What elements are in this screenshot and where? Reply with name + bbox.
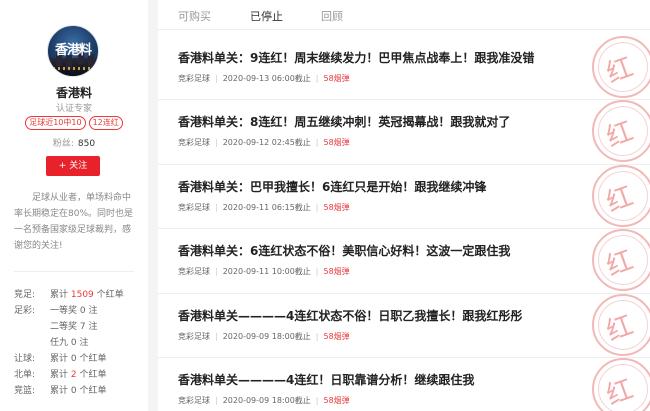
stat-label: 北单: (14, 370, 36, 380)
fans-count: 粉丝: 850 (0, 136, 148, 149)
article-price: 58烟弹 (323, 74, 350, 83)
article-meta: 竞彩足球 | 2020-09-11 06:15截止 | 58烟弹 (178, 202, 350, 212)
red-stamp-icon: 红 (592, 357, 650, 411)
user-name: 香港料 (55, 86, 92, 100)
red-stamp-icon: 红 (592, 36, 650, 98)
tab-stopped[interactable]: 已停止 (250, 8, 283, 24)
stat-value: 累计 2 个红单 (50, 370, 107, 380)
stat-label: 竞篮: (14, 386, 36, 396)
stat-row: 北单: 累计 2 个红单 (14, 368, 144, 384)
article-meta: 竞彩足球 | 2020-09-12 02:45截止 | 58烟弹 (178, 138, 350, 148)
article-deadline: 2020-09-11 10:00截止 (222, 267, 311, 277)
avatar-text: 香港料 (54, 43, 92, 58)
stat-label: 足彩: (14, 306, 36, 316)
red-stamp-icon: 红 (592, 100, 650, 163)
fans-label: 粉丝: (52, 139, 74, 149)
stat-value: 任九 0 注 (50, 338, 89, 348)
stat-row: 二等奖 7 注 (14, 320, 144, 336)
article-price: 58烟弹 (323, 267, 350, 277)
stat-label: 竞足: (14, 290, 36, 300)
article-price: 58烟弹 (323, 138, 350, 148)
stat-value: 二等奖 7 注 (50, 322, 98, 332)
profile-sidebar: 香港料 香港料 认证专家 足球近10中10 12连红 粉丝: 850 + 关注 足… (0, 0, 148, 411)
article-item[interactable]: 香港料单关：9连红！周末继续发力！巴甲焦点战奉上！跟我准没错 竞彩足球 | 2020… (158, 36, 650, 101)
article-meta: 竞彩足球 | 2020-09-09 18:00截止 | 58烟弹 (178, 395, 350, 405)
article-category: 竞彩足球 (178, 138, 210, 148)
stat-label: 让球: (14, 354, 36, 364)
red-stamp-icon: 红 (592, 293, 650, 356)
article-title[interactable]: 香港料单关：8连红！周五继续冲刺！英冠揭幕战！跟我就对了 (178, 113, 510, 130)
red-stamp-icon: 红 (592, 164, 650, 227)
avatar[interactable]: 香港料 (47, 25, 99, 77)
article-deadline: 2020-09-09 18:00截止 (222, 331, 311, 341)
badge-streak: 12连红 (88, 116, 123, 130)
article-category: 竞彩足球 (178, 331, 210, 341)
stat-row: 竞篮: 累计 0 个红单 (14, 384, 144, 400)
article-item[interactable]: 香港料单关：巴甲我擅长！6连红只是开始！跟我继续冲锋 竞彩足球 | 2020-09-… (158, 164, 650, 230)
article-category: 竞彩足球 (178, 267, 210, 277)
badge-record: 足球近10中10 (25, 116, 86, 130)
article-category: 竞彩足球 (178, 202, 210, 212)
stats-list: 竞足: 累计 1509 个红单 足彩: 一等奖 0 注 二等奖 7 注 任九 0 注… (14, 288, 144, 400)
article-meta: 竞彩足球 | 2020-09-09 18:00截止 | 58烟弹 (178, 331, 350, 341)
article-deadline: 2020-09-13 06:00截止 (222, 74, 311, 83)
verified-label: 认证专家 (55, 104, 92, 114)
stat-value: 累计 1509 个红单 (50, 290, 124, 300)
article-title[interactable]: 香港料单关：巴甲我擅长！6连红只是开始！跟我继续冲锋 (178, 178, 486, 195)
follow-button[interactable]: + 关注 (46, 156, 100, 176)
article-title[interactable]: 香港料单关：6连红状态不俗！美职信心好料！这波一定跟住我 (178, 242, 510, 259)
divider (14, 271, 134, 272)
article-title[interactable]: 香港料单关————4连红！日职靠谱分析！继续跟住我 (178, 371, 474, 388)
stat-row: 竞足: 累计 1509 个红单 (14, 288, 144, 304)
article-item[interactable]: 香港料单关：8连红！周五继续冲刺！英冠揭幕战！跟我就对了 竞彩足球 | 2020-0… (158, 100, 650, 165)
article-list: 香港料单关：9连红！周末继续发力！巴甲焦点战奉上！跟我准没错 竞彩足球 | 2020… (158, 36, 650, 411)
stat-row: 任九 0 注 (14, 336, 144, 352)
stat-value: 一等奖 0 注 (50, 306, 98, 316)
tab-review[interactable]: 回顾 (321, 8, 343, 24)
article-item[interactable]: 香港料单关：6连红状态不俗！美职信心好料！这波一定跟住我 竞彩足球 | 2020-0… (158, 229, 650, 294)
article-price: 58烟弹 (323, 395, 350, 405)
article-item[interactable]: 香港料单关————4连红状态不俗！日职乙我擅长！跟我红彤彤 竞彩足球 | 2020-… (158, 293, 650, 358)
article-meta: 竞彩足球 | 2020-09-13 06:00截止 | 58烟弹 (178, 74, 350, 83)
article-item[interactable]: 香港料单关————4连红！日职靠谱分析！继续跟住我 竞彩足球 | 2020-09-0… (158, 357, 650, 411)
bio: 足球从业者，单场料命中率长期稳定在80%。同时也是一名预备国家级足球裁判，感谢您… (14, 193, 134, 251)
stat-value: 累计 0 个红单 (50, 386, 107, 396)
article-title[interactable]: 香港料单关：9连红！周末继续发力！巴甲焦点战奉上！跟我准没错 (178, 49, 534, 66)
avatar-lights (48, 67, 98, 70)
stat-row: 让球: 累计 0 个红单 (14, 352, 144, 368)
tab-bar: 可购买 已停止 回顾 (158, 0, 650, 30)
article-category: 竞彩足球 (178, 74, 210, 83)
article-deadline: 2020-09-09 18:00截止 (222, 395, 311, 405)
badges: 足球近10中10 12连红 (0, 116, 148, 130)
article-title[interactable]: 香港料单关————4连红状态不俗！日职乙我擅长！跟我红彤彤 (178, 307, 522, 324)
fans-number: 850 (77, 139, 96, 149)
article-category: 竞彩足球 (178, 395, 210, 405)
article-deadline: 2020-09-12 02:45截止 (222, 138, 311, 148)
stat-value: 累计 0 个红单 (50, 354, 107, 364)
main-content: 可购买 已停止 回顾 香港料单关：9连红！周末继续发力！巴甲焦点战奉上！跟我准没… (158, 0, 650, 411)
tab-available[interactable]: 可购买 (178, 8, 211, 24)
article-deadline: 2020-09-11 06:15截止 (222, 202, 311, 212)
article-meta: 竞彩足球 | 2020-09-11 10:00截止 | 58烟弹 (178, 267, 350, 277)
article-price: 58烟弹 (323, 202, 350, 212)
red-stamp-icon: 红 (592, 229, 650, 292)
stat-row: 足彩: 一等奖 0 注 (14, 304, 144, 320)
article-price: 58烟弹 (323, 331, 350, 341)
